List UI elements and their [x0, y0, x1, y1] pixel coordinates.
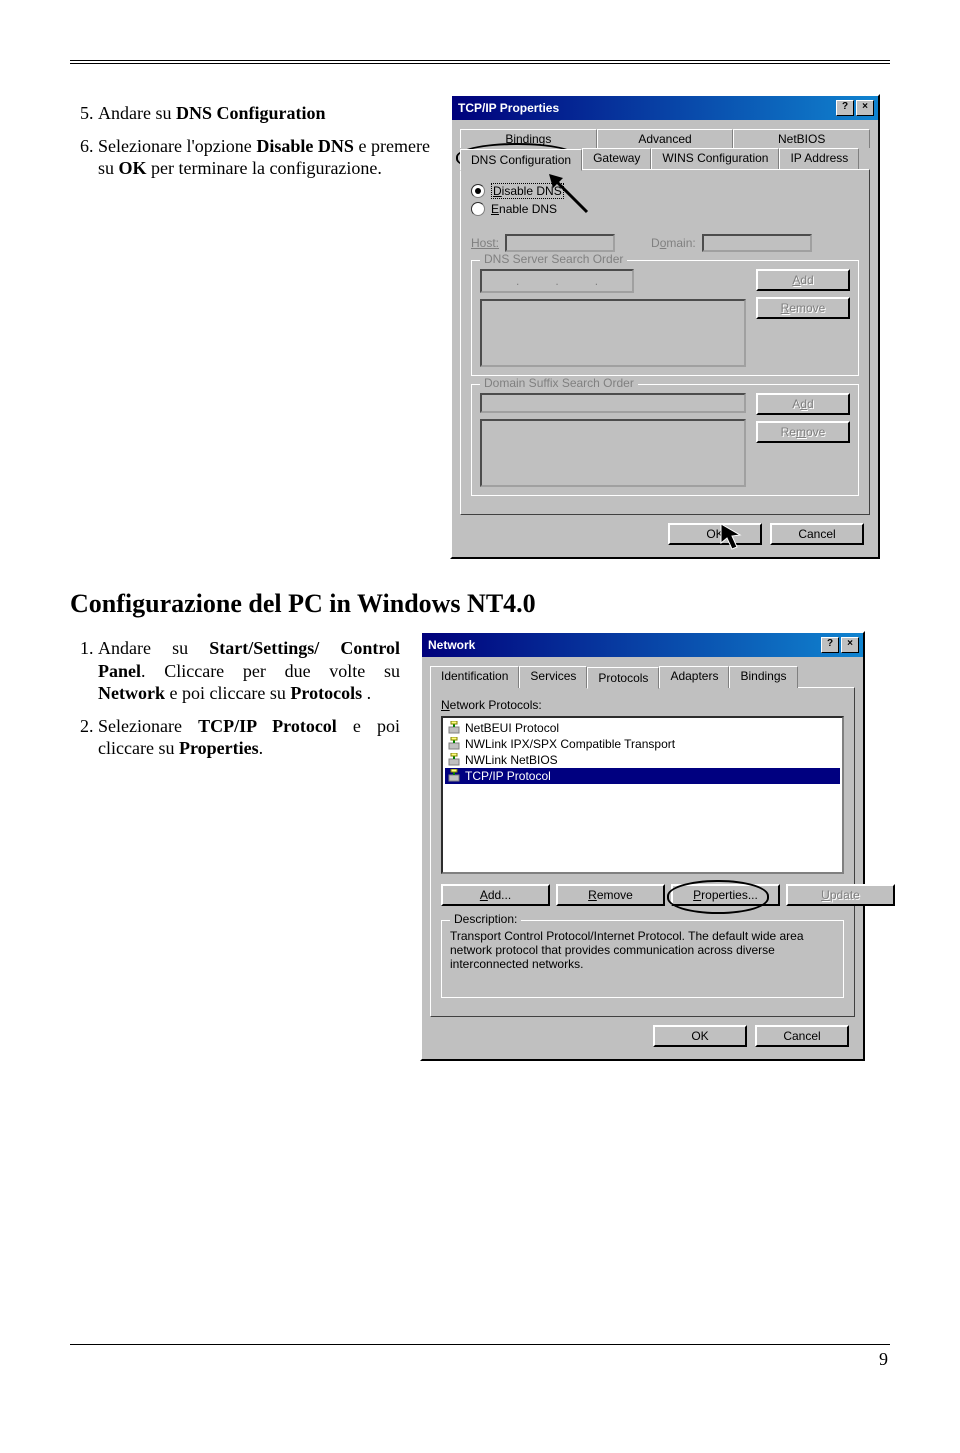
dlg1-tab-panel: Disable DNS Enable DNS Host: Doma: [460, 169, 870, 515]
dlg2-action-buttons: Add... Remove Properties... Update: [441, 884, 844, 906]
protocol-icon: [447, 721, 461, 735]
annotation-oval-properties: [667, 880, 769, 914]
description-text: Transport Control Protocol/Internet Prot…: [450, 929, 835, 989]
step5-bold: DNS Configuration: [176, 103, 326, 123]
radio-disable-dns[interactable]: [471, 184, 485, 198]
dlg1-title: TCP/IP Properties: [456, 101, 834, 115]
radio-disable-dns-label: Disable DNS: [491, 183, 564, 199]
domain-suffix-group: Domain Suffix Search Order Add Remove: [471, 384, 859, 496]
description-legend: Description:: [450, 912, 521, 926]
list-item[interactable]: NWLink IPX/SPX Compatible Transport: [445, 736, 840, 752]
tab-identification[interactable]: Identification: [430, 666, 519, 688]
nt-step-2: Selezionare TCP/IP Protocol e poi clicca…: [98, 715, 400, 760]
dlg2-titlebar[interactable]: Network ? ×: [422, 633, 863, 657]
instructions-block-1: Andare su DNS Configuration Selezionare …: [70, 94, 430, 190]
nt-step-1: Andare su Start/Settings/ Control Panel.…: [98, 637, 400, 705]
page-top-rule: [70, 60, 890, 64]
dns-server-order-group: DNS Server Search Order ... Add Remove: [471, 260, 859, 376]
tab-dns-configuration[interactable]: DNS Configuration: [460, 149, 582, 171]
section-nt40-heading: Configurazione del PC in Windows NT4.0: [70, 589, 890, 619]
host-domain-row: Host: Domain:: [471, 234, 859, 252]
properties-button[interactable]: Properties...: [671, 884, 780, 906]
close-icon[interactable]: ×: [841, 637, 859, 653]
host-input: [505, 234, 615, 252]
network-dialog: Network ? × Identification Services Prot…: [420, 631, 865, 1061]
suffix-add-button: Add: [756, 393, 850, 415]
update-button: Update: [786, 884, 895, 906]
tab-wins-configuration[interactable]: WINS Configuration: [651, 148, 779, 170]
radio-enable-dns[interactable]: [471, 202, 485, 216]
list-item[interactable]: NetBEUI Protocol: [445, 720, 840, 736]
domain-label: Domain:: [651, 236, 696, 250]
dns-ip-input: ...: [480, 269, 634, 293]
protocol-icon: [447, 753, 461, 767]
dlg1-tabs-row2: DNS Configuration Gateway WINS Configura…: [460, 147, 870, 169]
suffix-input: [480, 393, 746, 413]
dlg1-ok-button[interactable]: OK: [668, 523, 762, 545]
dlg2-footer-buttons: OK Cancel: [430, 1017, 855, 1051]
dlg2-ok-button[interactable]: OK: [653, 1025, 747, 1047]
protocol-icon: [447, 769, 461, 783]
tab-gateway[interactable]: Gateway: [582, 148, 651, 170]
radio-enable-dns-row[interactable]: Enable DNS: [471, 202, 859, 216]
dlg2-tabs: Identification Services Protocols Adapte…: [430, 665, 855, 687]
radio-enable-dns-label: Enable DNS: [491, 202, 557, 216]
network-protocols-label: Network Protocols:: [441, 698, 844, 712]
domain-input: [702, 234, 812, 252]
help-icon[interactable]: ?: [836, 100, 854, 116]
tab-bindings2[interactable]: Bindings: [729, 666, 797, 688]
tab-ip-address[interactable]: IP Address: [779, 148, 859, 170]
step-6: Selezionare l'opzione Disable DNS e prem…: [98, 135, 430, 180]
host-label: Host:: [471, 236, 499, 250]
tab-bindings[interactable]: Bindings: [460, 129, 597, 148]
tab-services[interactable]: Services: [519, 666, 587, 688]
tcpip-properties-dialog: TCP/IP Properties ? × Bindings Advanced …: [450, 94, 880, 559]
dlg2-cancel-button[interactable]: Cancel: [755, 1025, 849, 1047]
dlg2-tab-panel: Network Protocols: NetBEUI Protocol: [430, 687, 855, 1017]
dlg1-tabs-row1: Bindings Advanced NetBIOS: [460, 128, 870, 147]
dns-server-list: [480, 299, 746, 367]
radio-disable-dns-row[interactable]: Disable DNS: [471, 183, 859, 199]
add-button[interactable]: Add...: [441, 884, 550, 906]
protocol-icon: [447, 737, 461, 751]
dns-add-button: Add: [756, 269, 850, 291]
description-group: Description: Transport Control Protocol/…: [441, 920, 844, 998]
list-item-tcpip[interactable]: TCP/IP Protocol: [445, 768, 840, 784]
step5-text: Andare su: [98, 103, 176, 123]
protocols-list[interactable]: NetBEUI Protocol NWLink IPX/SPX Compatib…: [441, 716, 844, 874]
tab-protocols[interactable]: Protocols: [587, 667, 659, 689]
dns-remove-button: Remove: [756, 297, 850, 319]
suffix-legend: Domain Suffix Search Order: [480, 376, 638, 390]
step-5: Andare su DNS Configuration: [98, 102, 430, 125]
list-item[interactable]: NWLink NetBIOS: [445, 752, 840, 768]
remove-button[interactable]: Remove: [556, 884, 665, 906]
suffix-remove-button: Remove: [756, 421, 850, 443]
tab-adapters[interactable]: Adapters: [659, 666, 729, 688]
close-icon[interactable]: ×: [856, 100, 874, 116]
tab-netbios[interactable]: NetBIOS: [733, 129, 870, 148]
page-number: 9: [70, 1345, 890, 1370]
instructions-block-2: Andare su Start/Settings/ Control Panel.…: [70, 631, 400, 770]
dlg1-titlebar[interactable]: TCP/IP Properties ? ×: [452, 96, 878, 120]
dlg1-cancel-button[interactable]: Cancel: [770, 523, 864, 545]
help-icon[interactable]: ?: [821, 637, 839, 653]
suffix-list: [480, 419, 746, 487]
dlg2-title: Network: [426, 638, 819, 652]
dlg1-footer-buttons: OK Cancel: [460, 515, 870, 549]
dns-order-legend: DNS Server Search Order: [480, 252, 627, 266]
tab-advanced[interactable]: Advanced: [597, 129, 734, 148]
